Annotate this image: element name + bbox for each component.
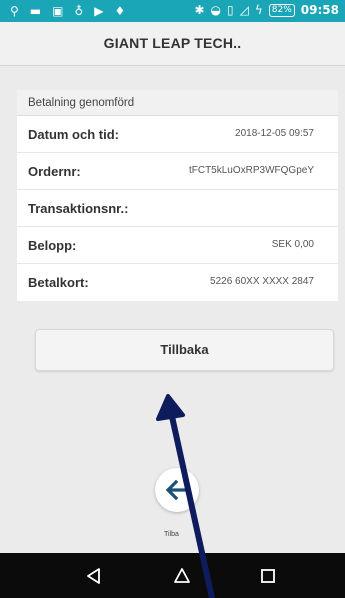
receipt-card: Betalning genomförd Datum och tid: 2018-… (17, 90, 338, 301)
nav-home-icon[interactable] (172, 566, 192, 586)
row-label: Betalkort: (28, 275, 89, 290)
receipt-status-header: Betalning genomförd (17, 90, 338, 116)
image-icon: ▣ (52, 4, 64, 18)
wifi-icon: ◒ (210, 3, 222, 17)
fab-label: Tilba (164, 531, 179, 538)
receipt-row: Betalkort: 5226 60XX XXXX 2847 (17, 264, 338, 301)
camera-icon: ▬ (29, 4, 42, 18)
nav-back-icon[interactable] (84, 566, 104, 586)
back-arrow-icon (165, 479, 190, 501)
row-label: Transaktionsnr.: (28, 201, 129, 216)
signal-icon: ◿ (239, 3, 249, 17)
notification-icons: ⚲ ▬ ▣ ♁ ▶ ♦ (10, 3, 125, 19)
phone-screen: ⚲ ▬ ▣ ♁ ▶ ♦ ✱ ◒ ▯ ◿ ϟ 82% 09:58 GIANT LE… (0, 0, 345, 598)
app-bar: GIANT LEAP TECH.. (0, 22, 345, 66)
battery-badge: 82% (268, 4, 295, 17)
usb-icon: ⚲ (10, 4, 19, 18)
row-label: Ordernr: (28, 164, 81, 179)
system-icons: ✱ ◒ ▯ ◿ ϟ 82% 09:58 (194, 2, 339, 19)
sim-icon: ▯ (227, 3, 234, 17)
row-value: 2018-12-05 09:57 (235, 128, 314, 139)
receipt-row: Transaktionsnr.: (17, 190, 338, 227)
row-value: SEK 0,00 (271, 239, 314, 250)
row-label: Datum och tid: (28, 127, 119, 142)
receipt-row: Ordernr: tFCT5kLuOxRP3WFQGpeY (17, 153, 338, 190)
nav-recents-icon[interactable] (258, 566, 278, 586)
android-nav-bar (0, 553, 345, 598)
receipt-row: Belopp: SEK 0,00 (17, 227, 338, 264)
play-store-icon: ▶ (94, 4, 104, 18)
location-icon: ♦ (114, 4, 126, 18)
app-title: GIANT LEAP TECH.. (103, 35, 242, 51)
row-value: tFCT5kLuOxRP3WFQGpeY (188, 165, 314, 176)
receipt-row: Datum och tid: 2018-12-05 09:57 (17, 116, 338, 153)
status-bar: ⚲ ▬ ▣ ♁ ▶ ♦ ✱ ◒ ▯ ◿ ϟ 82% 09:58 (0, 0, 345, 22)
row-value: 5226 60XX XXXX 2847 (210, 276, 314, 287)
status-clock: 09:58 (300, 3, 339, 17)
bulb-icon: ♁ (74, 4, 84, 18)
row-label: Belopp: (28, 238, 77, 253)
tillbaka-button[interactable]: Tillbaka (35, 329, 334, 371)
back-fab-button[interactable] (155, 468, 199, 512)
bluetooth-icon: ✱ (194, 3, 205, 17)
tillbaka-button-label: Tillbaka (160, 342, 209, 357)
charging-icon: ϟ (254, 3, 263, 17)
